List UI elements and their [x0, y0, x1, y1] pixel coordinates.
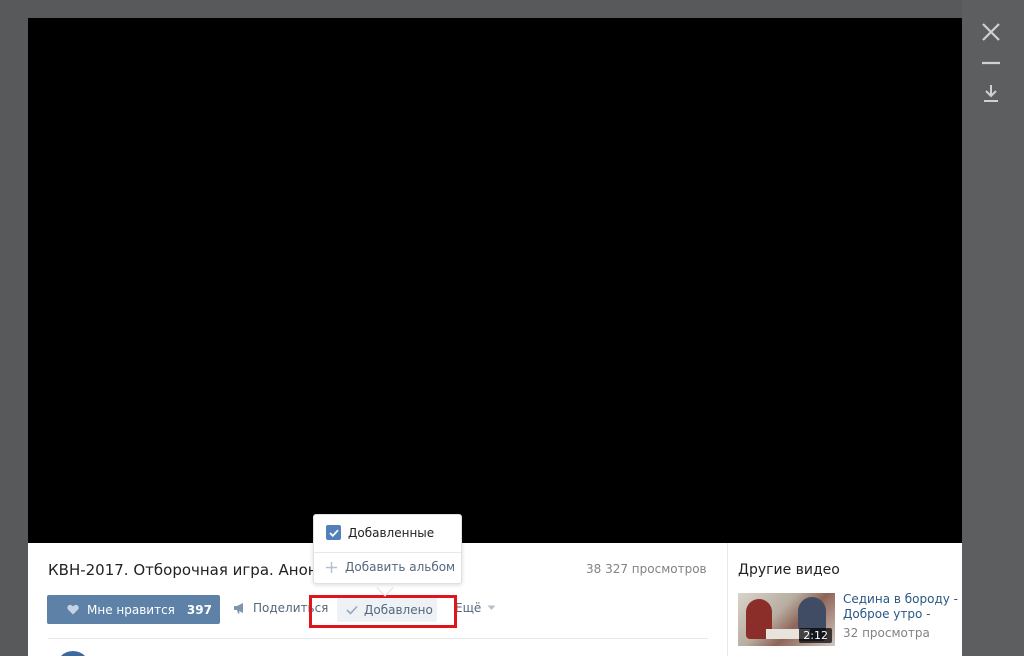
like-label: Мне нравится	[87, 602, 175, 617]
minimize-icon	[982, 61, 1000, 65]
heart-icon	[67, 604, 79, 615]
related-video-title[interactable]: Седина в бороду - Доброе утро -	[843, 592, 958, 622]
more-label: Ещё	[455, 601, 482, 615]
add-album-option[interactable]: Добавить альбом	[326, 560, 455, 574]
video-info-panel: КВН-2017. Отборочная игра. Анонс 38 327 …	[28, 543, 962, 656]
divider	[48, 638, 708, 639]
add-album-label: Добавить альбом	[345, 560, 456, 574]
added-label: Добавлено	[364, 603, 433, 617]
share-label: Поделиться	[253, 601, 329, 615]
video-duration: 2:12	[799, 628, 832, 643]
checkbox-checked[interactable]	[326, 525, 341, 540]
like-button[interactable]: Мне нравится 397	[47, 595, 220, 624]
overlay-top	[0, 0, 1024, 18]
check-icon	[346, 605, 358, 615]
share-button[interactable]: Поделиться	[233, 601, 328, 615]
video-player[interactable]	[28, 18, 962, 543]
download-icon	[984, 85, 998, 102]
close-icon	[982, 23, 1000, 41]
check-icon	[328, 529, 339, 537]
download-button[interactable]	[978, 80, 1004, 106]
video-thumbnail[interactable]: 2:12	[738, 593, 835, 646]
megaphone-icon	[234, 603, 243, 614]
more-button[interactable]: Ещё	[455, 601, 496, 615]
popup-divider	[314, 552, 461, 553]
added-videos-label: Добавленные	[348, 525, 435, 540]
avatar[interactable]	[56, 651, 90, 656]
added-videos-option[interactable]: Добавленные	[326, 525, 434, 540]
plus-icon	[326, 561, 337, 573]
related-video-views: 32 просмотра	[843, 626, 930, 640]
view-count: 38 327 просмотров	[586, 562, 707, 576]
chevron-down-icon	[487, 605, 496, 610]
video-title: КВН-2017. Отборочная игра. Анонс	[48, 561, 323, 579]
other-videos-title: Другие видео	[738, 562, 840, 578]
added-button[interactable]: Добавлено	[337, 598, 437, 622]
close-button[interactable]	[978, 19, 1004, 45]
like-count: 397	[186, 602, 212, 617]
minimize-button[interactable]	[978, 50, 1004, 76]
column-divider	[727, 543, 728, 656]
add-to-album-popup: Добавленные Добавить альбом	[313, 514, 462, 584]
